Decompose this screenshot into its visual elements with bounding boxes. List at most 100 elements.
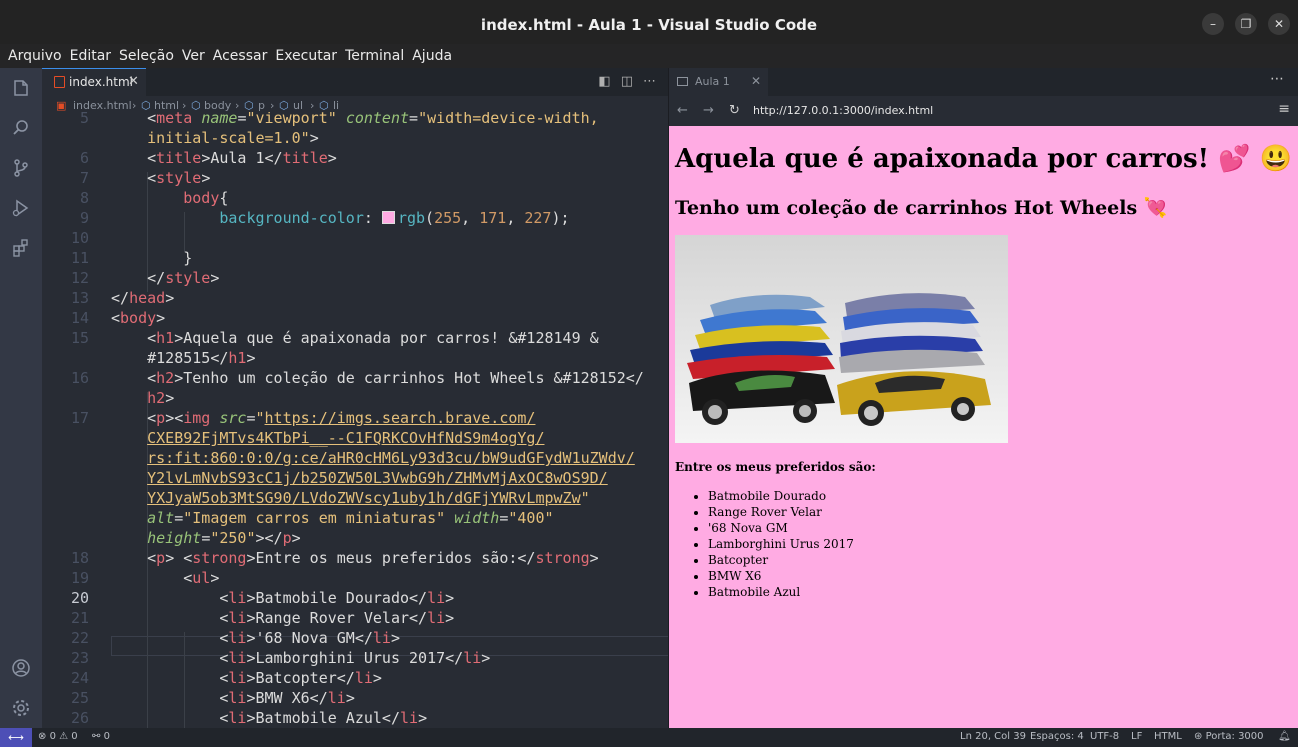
tab-label: index.html xyxy=(69,75,133,89)
forward-icon[interactable]: → xyxy=(703,103,714,118)
menu-selecao[interactable]: Seleção xyxy=(115,44,178,68)
source-control-icon[interactable] xyxy=(11,158,31,178)
code-line[interactable]: Y2lvLmNvbS93cC1j/b250ZW50L3VwbG9h/ZHMvMj… xyxy=(42,468,668,488)
breadcrumb-item[interactable]: index.html xyxy=(73,99,132,112)
code-line[interactable]: 20 <li>Batmobile Dourado</li> xyxy=(42,588,668,608)
code-text: <p> <strong>Entre os meus preferidos são… xyxy=(147,549,599,567)
line-number: 5 xyxy=(79,112,89,127)
code-area[interactable]: 5 <meta name="viewport" content="width=d… xyxy=(42,112,668,728)
code-line[interactable]: 13 </head> xyxy=(42,288,668,308)
code-line[interactable]: YXJyaW5ob3MtSG90/LVdoZWVscy1uby1h/dGFjYW… xyxy=(42,488,668,508)
search-icon[interactable] xyxy=(11,118,31,138)
code-line[interactable]: 6 <title>Aula 1</title> xyxy=(42,148,668,168)
breadcrumb-item[interactable]: li xyxy=(333,99,339,112)
code-line[interactable]: 9 background-color: rgb(255, 171, 227); xyxy=(42,208,668,228)
html-file-icon: ▣ xyxy=(56,99,67,112)
notifications-bell-icon[interactable]: 🔔︎ xyxy=(1278,731,1291,742)
code-line[interactable]: 11 } xyxy=(42,248,668,268)
code-line[interactable]: CXEB92FjMTvs4KTbPi__--C1FQRKCOvHfNdS9m4o… xyxy=(42,428,668,448)
menu-ver[interactable]: Ver xyxy=(178,44,209,68)
code-line[interactable]: 10 xyxy=(42,228,668,248)
code-line[interactable]: 12 </style> xyxy=(42,268,668,288)
more-actions-icon[interactable]: ⋯ xyxy=(643,74,656,89)
maximize-button[interactable]: ❐ xyxy=(1235,13,1257,35)
code-line[interactable]: 16 <h2>Tenho um coleção de carrinhos Hot… xyxy=(42,368,668,388)
code-line[interactable]: 5 <meta name="viewport" content="width=d… xyxy=(42,112,668,128)
settings-gear-icon[interactable] xyxy=(11,698,31,718)
code-line[interactable]: 21 <li>Range Rover Velar</li> xyxy=(42,608,668,628)
preview-nav-bar: ← → ↻ http://127.0.0.1:3000/index.html ≡ xyxy=(669,96,1298,126)
more-actions-icon[interactable]: ⋯ xyxy=(1270,71,1284,87)
ports-status[interactable]: ⚯ 0 xyxy=(92,731,110,742)
cursor-position[interactable]: Ln 20, Col 39 xyxy=(960,731,1026,742)
port-label: Porta: 3000 xyxy=(1205,731,1264,742)
code-text: h2> xyxy=(147,389,175,407)
end-of-line[interactable]: LF xyxy=(1131,731,1142,742)
favorites-label: Entre os meus preferidos são: xyxy=(675,460,876,474)
address-bar[interactable]: http://127.0.0.1:3000/index.html xyxy=(753,104,933,117)
code-line[interactable]: 26 <li>Batmobile Azul</li> xyxy=(42,708,668,728)
close-tab-icon[interactable]: ✕ xyxy=(751,74,761,88)
code-line[interactable]: height="250"></p> xyxy=(42,528,668,548)
reload-icon[interactable]: ↻ xyxy=(729,103,740,118)
remote-icon[interactable]: ⟷ xyxy=(0,728,32,747)
code-line[interactable]: 23 <li>Lamborghini Urus 2017</li> xyxy=(42,648,668,668)
account-icon[interactable] xyxy=(11,658,31,678)
code-text: <li>BMW X6</li> xyxy=(219,689,355,707)
menu-icon[interactable]: ≡ xyxy=(1278,101,1290,117)
code-line[interactable]: initial-scale=1.0"> xyxy=(42,128,668,148)
breadcrumb-item[interactable]: p xyxy=(258,99,265,112)
page-heading: Aquela que é apaixonada por carros! 💕 😃 xyxy=(675,144,1292,174)
code-line[interactable]: 8 body{ xyxy=(42,188,668,208)
live-server-port[interactable]: ⊛ Porta: 3000 xyxy=(1194,731,1264,742)
menu-terminal[interactable]: Terminal xyxy=(341,44,408,68)
close-tab-icon[interactable]: ✕ xyxy=(128,74,139,89)
code-text: <li>Batmobile Dourado</li> xyxy=(219,589,455,607)
code-line[interactable]: 15 <h1>Aquela que é apaixonada por carro… xyxy=(42,328,668,348)
list-item: Lamborghini Urus 2017 xyxy=(708,536,854,552)
code-line[interactable]: 14 <body> xyxy=(42,308,668,328)
code-line[interactable]: 25 <li>BMW X6</li> xyxy=(42,688,668,708)
line-number: 20 xyxy=(70,589,89,607)
tab-preview[interactable]: Aula 1 ✕ xyxy=(669,68,768,96)
menu-ajuda[interactable]: Ajuda xyxy=(408,44,456,68)
code-line[interactable]: h2> xyxy=(42,388,668,408)
code-text: Y2lvLmNvbS93cC1j/b250ZW50L3VwbG9h/ZHMvMj… xyxy=(147,469,608,487)
indentation[interactable]: Espaços: 4 xyxy=(1030,731,1084,742)
code-line[interactable]: 17 <p><img src="https://imgs.search.brav… xyxy=(42,408,668,428)
run-debug-icon[interactable] xyxy=(11,198,31,218)
line-number: 8 xyxy=(79,189,89,207)
code-line[interactable]: 19 <ul> xyxy=(42,568,668,588)
menu-executar[interactable]: Executar xyxy=(271,44,341,68)
code-line[interactable]: #128515</h1> xyxy=(42,348,668,368)
code-line[interactable]: 24 <li>Batcopter</li> xyxy=(42,668,668,688)
symbol-icon: ⬡ xyxy=(244,99,254,112)
code-line[interactable]: rs:fit:860:0:0/g:ce/aHR0cHM6Ly93d3cu/bW9… xyxy=(42,448,668,468)
menu-editar[interactable]: Editar xyxy=(66,44,115,68)
line-number: 7 xyxy=(79,169,89,187)
minimize-button[interactable]: – xyxy=(1202,13,1224,35)
tab-index-html[interactable]: index.html ✕ xyxy=(42,68,146,96)
code-line[interactable]: 22 <li>'68 Nova GM</li> xyxy=(42,628,668,648)
menu-acessar[interactable]: Acessar xyxy=(209,44,272,68)
code-line[interactable]: alt="Imagem carros em miniaturas" width=… xyxy=(42,508,668,528)
ports-count: 0 xyxy=(103,731,110,742)
language-mode[interactable]: HTML xyxy=(1154,731,1182,742)
code-line[interactable]: 18 <p> <strong>Entre os meus preferidos … xyxy=(42,548,668,568)
code-text: <body> xyxy=(111,309,166,327)
back-icon[interactable]: ← xyxy=(677,103,688,118)
breadcrumb-item[interactable]: ul xyxy=(293,99,303,112)
encoding[interactable]: UTF-8 xyxy=(1090,731,1119,742)
split-editor-icon[interactable]: ◫ xyxy=(621,74,633,89)
code-line[interactable]: 7 <style> xyxy=(42,168,668,188)
extensions-icon[interactable] xyxy=(11,238,31,258)
menu-arquivo[interactable]: Arquivo xyxy=(0,44,66,68)
line-number: 23 xyxy=(70,649,89,667)
explorer-icon[interactable] xyxy=(11,78,31,98)
breadcrumb-item[interactable]: body xyxy=(204,99,231,112)
status-bar: ⟷ ⊗ 0 ⚠ 0 ⚯ 0 Ln 20, Col 39 Espaços: 4 U… xyxy=(0,728,1298,747)
close-window-button[interactable]: ✕ xyxy=(1268,13,1290,35)
open-preview-icon[interactable]: ◧ xyxy=(598,74,610,89)
breadcrumb-item[interactable]: html xyxy=(154,99,179,112)
problems-status[interactable]: ⊗ 0 ⚠ 0 xyxy=(38,731,78,742)
